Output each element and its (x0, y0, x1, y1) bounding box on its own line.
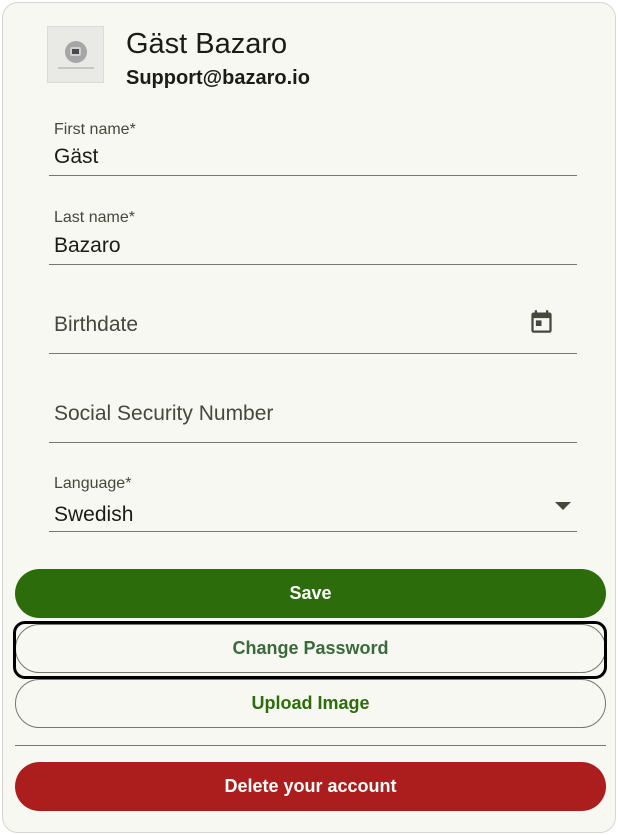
first-name-value: Gäst (54, 145, 99, 168)
profile-card: Gäst Bazaro Support@bazaro.io First name… (2, 2, 616, 833)
image-placeholder-icon (64, 40, 87, 63)
last-name-label: Last name* (54, 209, 135, 226)
calendar-icon[interactable] (528, 307, 555, 336)
profile-name: Gäst Bazaro (126, 28, 288, 60)
last-name-value: Bazaro (54, 234, 121, 257)
divider (15, 745, 606, 746)
language-value: Swedish (54, 503, 134, 526)
first-name-label: First name* (54, 121, 136, 138)
language-select[interactable]: Language* Swedish (49, 471, 577, 532)
last-name-field[interactable]: Last name* Bazaro (49, 204, 577, 265)
first-name-field[interactable]: First name* Gäst (49, 115, 577, 176)
upload-image-button[interactable]: Upload Image (15, 679, 606, 728)
delete-account-button[interactable]: Delete your account (15, 762, 606, 811)
ssn-placeholder: Social Security Number (54, 402, 274, 425)
avatar-caption (57, 66, 94, 69)
save-button[interactable]: Save (15, 569, 606, 618)
language-label: Language* (54, 475, 132, 492)
birthdate-placeholder: Birthdate (54, 313, 139, 336)
ssn-field[interactable]: Social Security Number (49, 382, 577, 443)
profile-avatar[interactable] (47, 26, 104, 83)
birthdate-field[interactable]: Birthdate (49, 293, 577, 354)
dropdown-arrow-icon[interactable] (555, 502, 571, 510)
change-password-button[interactable]: Change Password (15, 624, 606, 673)
profile-email: Support@bazaro.io (126, 67, 310, 89)
